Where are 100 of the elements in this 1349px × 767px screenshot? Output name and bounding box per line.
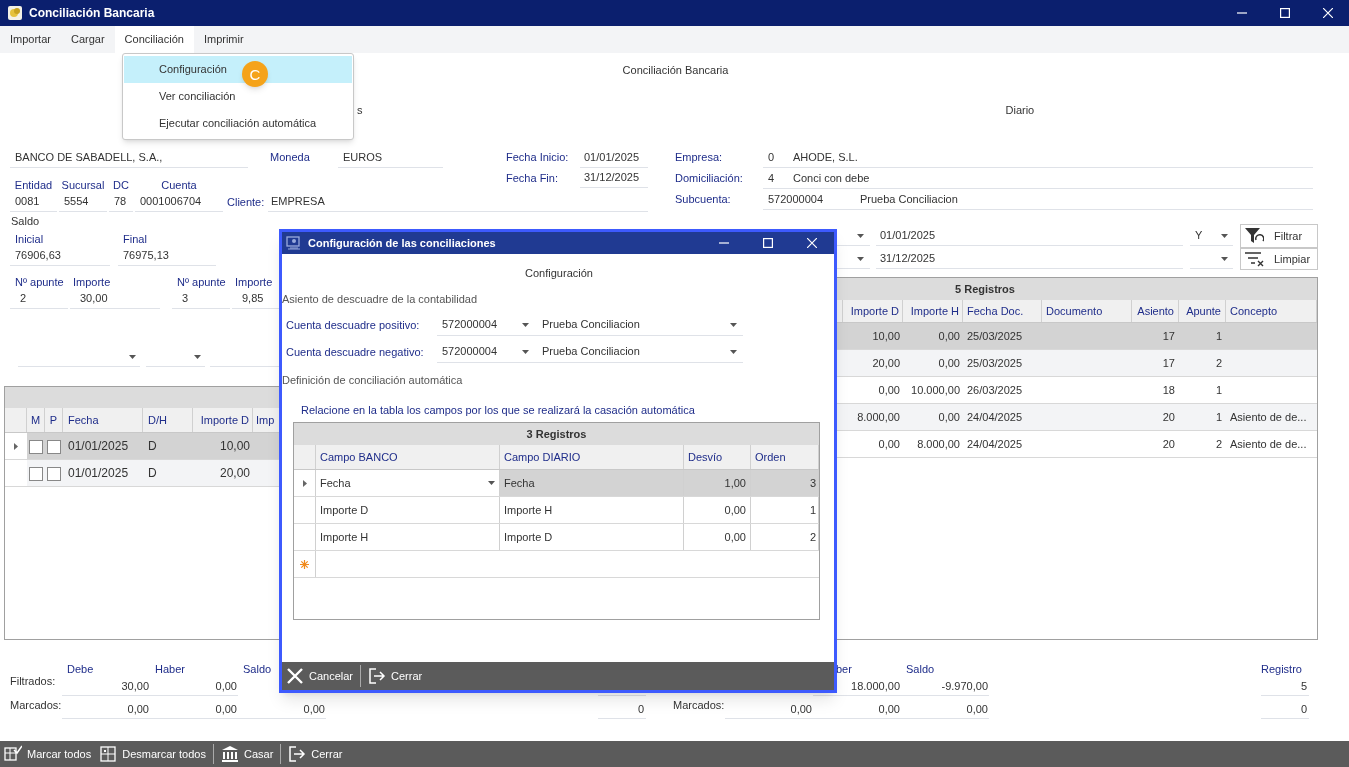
- column-header[interactable]: M: [27, 408, 45, 432]
- count-field: 0: [1261, 701, 1309, 719]
- column-header[interactable]: Concepto: [1226, 300, 1317, 322]
- column-header[interactable]: Desvío: [684, 445, 751, 469]
- total-field: 0,00: [238, 701, 326, 719]
- column-label: Debe: [67, 664, 94, 677]
- toolbar-button[interactable]: Cancelar: [282, 662, 358, 690]
- date-field[interactable]: 31/12/2025: [876, 249, 1183, 269]
- table-cell: Importe H: [316, 524, 500, 550]
- checkbox[interactable]: [29, 467, 43, 481]
- toolbar-button[interactable]: Casar: [216, 741, 278, 767]
- menu-item[interactable]: Imprimir: [193, 26, 254, 53]
- caret-icon[interactable]: [857, 233, 864, 238]
- text-field[interactable]: 0001006704: [135, 192, 223, 212]
- table-cell-text: 1: [1214, 409, 1223, 425]
- date-field[interactable]: 01/01/2025: [580, 147, 648, 168]
- column-label: Registro: [1261, 664, 1303, 677]
- account-dropdown[interactable]: Prueba Conciliacion: [537, 341, 743, 363]
- bank-name-field[interactable]: BANCO DE SABADELL, S.A.,: [10, 147, 248, 168]
- caret-icon[interactable]: [488, 481, 495, 485]
- text-field[interactable]: 5554: [59, 192, 107, 212]
- total-field: 0,00: [150, 701, 238, 719]
- number-field[interactable]: 2: [10, 289, 68, 309]
- column-header[interactable]: Campo DIARIO: [500, 445, 684, 469]
- monitor-icon: [286, 236, 302, 250]
- caret-icon[interactable]: [522, 349, 529, 354]
- cell-dropdown[interactable]: Fecha: [316, 470, 500, 496]
- table-cell-text: 0,00: [877, 436, 901, 452]
- field-label: Cuenta descuadre positivo:: [286, 319, 421, 331]
- text-field[interactable]: 78: [109, 192, 133, 212]
- client-field[interactable]: EMPRESA: [268, 192, 648, 212]
- field-label: Nº apunte: [176, 277, 227, 289]
- column-header[interactable]: Fecha: [63, 408, 143, 432]
- field-label: DC: [113, 180, 129, 191]
- caret-icon[interactable]: [194, 354, 201, 359]
- field-label: Subcuenta:: [675, 194, 732, 205]
- checkbox[interactable]: [29, 440, 43, 454]
- account-dropdown[interactable]: Prueba Conciliacion: [537, 314, 743, 336]
- table-cell-text: 2: [1214, 355, 1223, 371]
- toolbar-button[interactable]: Marcar todos: [0, 741, 96, 767]
- table-row[interactable]: Fecha Fecha 1,00 3: [294, 470, 819, 497]
- column-label: Saldo: [243, 664, 272, 677]
- column-header[interactable]: Importe H: [903, 300, 963, 322]
- column-header[interactable]: Importe D: [843, 300, 903, 322]
- column-header[interactable]: Documento: [1042, 300, 1132, 322]
- column-header[interactable]: D/H: [143, 408, 193, 432]
- text-field[interactable]: 4 Conci con debe: [763, 168, 1313, 189]
- total-field: 0,00: [725, 701, 813, 719]
- number-field[interactable]: 3: [172, 289, 230, 309]
- menu-item[interactable]: Cargar: [60, 26, 115, 53]
- account-dropdown[interactable]: 572000004: [437, 341, 537, 363]
- field-label: Cuenta: [161, 180, 197, 191]
- row-pointer-icon: [302, 479, 307, 487]
- table-row[interactable]: Importe D Importe H 0,00 1: [294, 497, 819, 524]
- column-label: Haber: [155, 664, 185, 677]
- column-header[interactable]: Importe D: [193, 408, 253, 432]
- amount-field[interactable]: 30,00: [70, 289, 160, 309]
- checkbox[interactable]: [47, 440, 61, 454]
- maximize-icon: [763, 238, 773, 248]
- text-field[interactable]: 572000004 Prueba Conciliacion: [763, 189, 1313, 210]
- field-label: Nº apunte: [14, 277, 65, 289]
- date-field[interactable]: 31/12/2025: [580, 168, 648, 188]
- table-cell-text: 8.000,00: [916, 436, 961, 452]
- table-cell-text: 2: [1214, 436, 1223, 452]
- field-label: Moneda: [270, 152, 311, 163]
- caret-icon[interactable]: [1221, 256, 1228, 261]
- currency-field[interactable]: EUROS: [338, 147, 443, 168]
- field-label: Cliente:: [227, 196, 266, 208]
- caret-icon[interactable]: [1221, 233, 1228, 238]
- table-cell-text: 20,00: [871, 355, 901, 371]
- amount-field[interactable]: 76906,63: [10, 246, 110, 266]
- column-header[interactable]: P: [45, 408, 63, 432]
- column-header[interactable]: Orden: [751, 445, 819, 469]
- filter-button[interactable]: Filtrar: [1240, 224, 1318, 248]
- total-field: 30,00: [62, 678, 150, 696]
- date-field[interactable]: 01/01/2025: [876, 226, 1183, 246]
- total-field: 0,00: [62, 701, 150, 719]
- label-fragment: s: [357, 105, 363, 116]
- field-label: Empresa:: [675, 152, 724, 163]
- amount-field[interactable]: 76975,13: [118, 246, 216, 266]
- table-cell-text: 20: [1161, 436, 1176, 452]
- account-dropdown[interactable]: 572000004: [437, 314, 537, 336]
- toolbar-button[interactable]: Cerrar: [284, 741, 347, 767]
- checkbox[interactable]: [47, 467, 61, 481]
- filter-button[interactable]: Limpiar: [1240, 248, 1318, 270]
- column-header[interactable]: Fecha Doc.: [963, 300, 1042, 322]
- menu-item[interactable]: Conciliación: [114, 26, 194, 53]
- toolbar-button[interactable]: Cerrar: [364, 662, 427, 690]
- menu-item[interactable]: Importar: [0, 26, 61, 53]
- caret-icon[interactable]: [522, 322, 529, 327]
- column-header[interactable]: Asiento: [1132, 300, 1179, 322]
- dropdown[interactable]: Y: [1190, 226, 1233, 246]
- text-field[interactable]: 0081: [10, 192, 57, 212]
- text-field[interactable]: 0 AHODE, S.L.: [763, 147, 1313, 168]
- table-row[interactable]: Importe H Importe D 0,00 2: [294, 524, 819, 551]
- caret-icon[interactable]: [129, 354, 136, 359]
- column-header[interactable]: Apunte: [1179, 300, 1226, 322]
- column-header[interactable]: Campo BANCO: [316, 445, 500, 469]
- toolbar-button[interactable]: Desmarcar todos: [95, 741, 210, 767]
- caret-icon[interactable]: [857, 256, 864, 261]
